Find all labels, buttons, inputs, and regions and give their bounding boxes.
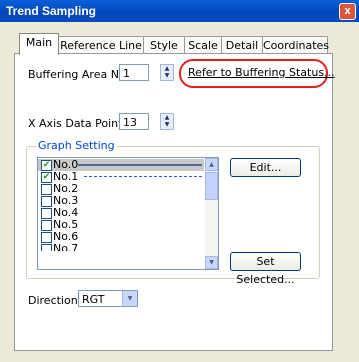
chevron-down-icon: ▼	[209, 259, 214, 266]
tab-label: Main	[25, 36, 53, 49]
buffering-area-label: Buffering Area No.	[28, 68, 129, 81]
graph-list[interactable]: ✔ No.0 ✔ No.1 No.2 No.3 No.4 No.5 No.6 N…	[37, 157, 219, 270]
checkbox-unchecked-icon[interactable]	[41, 184, 52, 195]
tab-style[interactable]: Style	[143, 36, 185, 54]
tab-coordinates[interactable]: Coordinates	[262, 36, 330, 54]
scroll-thumb[interactable]	[205, 172, 218, 200]
buffering-area-spinner[interactable]: ▲ ▼	[160, 64, 174, 81]
tab-scale[interactable]: Scale	[184, 36, 222, 54]
spin-down-icon: ▼	[164, 72, 170, 79]
tab-label: Coordinates	[263, 39, 330, 52]
x-axis-data-points-label: X Axis Data Points	[28, 117, 129, 130]
direction-value: RGT	[82, 293, 105, 306]
checkbox-unchecked-icon[interactable]	[41, 232, 52, 243]
tab-label: Scale	[188, 39, 218, 52]
checkbox-unchecked-icon[interactable]	[41, 244, 52, 251]
tab-label: Detail	[225, 39, 259, 52]
x-axis-data-points-input[interactable]: 13	[119, 113, 149, 130]
tab-label: Reference Line	[60, 39, 142, 52]
scroll-down-button[interactable]: ▼	[205, 256, 218, 269]
spin-down-icon: ▼	[164, 121, 170, 128]
tab-reference-line[interactable]: Reference Line	[58, 36, 144, 54]
checkbox-checked-icon[interactable]: ✔	[41, 160, 52, 171]
buffering-area-input[interactable]: 1	[119, 64, 149, 81]
edit-button[interactable]: Edit...	[230, 158, 301, 177]
list-item-label: No.6	[53, 230, 79, 243]
tab-label: Style	[150, 39, 178, 52]
window-title: Trend Sampling	[6, 4, 97, 18]
list-item-label: No.7	[53, 243, 79, 251]
tab-detail[interactable]: Detail	[221, 36, 263, 54]
spin-up-icon: ▲	[164, 114, 170, 121]
direction-select[interactable]: RGT ▼	[78, 290, 138, 307]
x-axis-data-points-spinner[interactable]: ▲ ▼	[160, 113, 174, 130]
dashed-line-sample	[84, 176, 202, 177]
graph-setting-title: Graph Setting	[36, 139, 117, 152]
checkbox-unchecked-icon[interactable]	[41, 220, 52, 231]
chevron-up-icon: ▲	[209, 161, 214, 168]
close-icon: x	[344, 5, 351, 17]
checkbox-checked-icon[interactable]: ✔	[41, 172, 52, 183]
scroll-up-button[interactable]: ▲	[205, 158, 218, 171]
tab-main[interactable]: Main	[19, 33, 59, 55]
list-item[interactable]: No.6	[38, 231, 204, 243]
list-item[interactable]: No.7	[38, 243, 204, 251]
close-button[interactable]: x	[339, 3, 356, 20]
spin-up-icon: ▲	[164, 65, 170, 72]
checkbox-unchecked-icon[interactable]	[41, 208, 52, 219]
window-titlebar: Trend Sampling x	[0, 0, 359, 22]
list-scrollbar[interactable]: ▲ ▼	[205, 158, 218, 269]
direction-label: Direction	[28, 294, 78, 307]
checkbox-unchecked-icon[interactable]	[41, 196, 52, 207]
refer-buffering-status-link[interactable]: Refer to Buffering Status...	[188, 66, 335, 79]
chevron-down-icon[interactable]: ▼	[122, 291, 137, 306]
set-selected-button[interactable]: Set Selected...	[230, 252, 301, 286]
solid-line-sample	[78, 164, 202, 166]
